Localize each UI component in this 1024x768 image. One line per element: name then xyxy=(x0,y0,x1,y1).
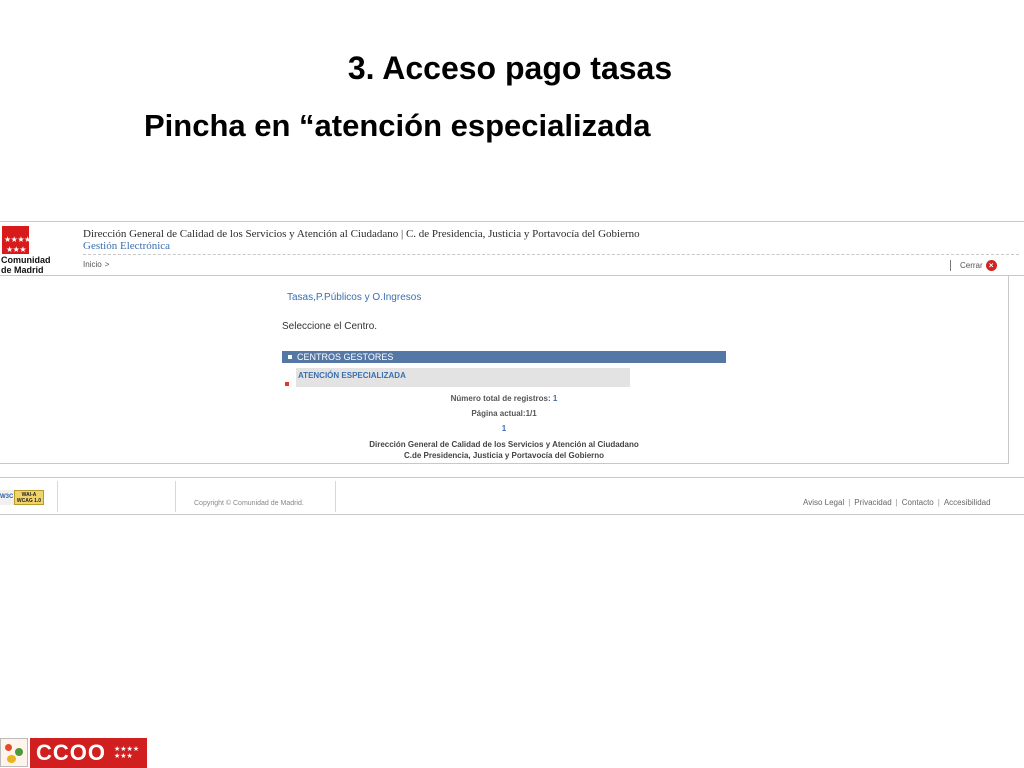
page-footer: W3C WAI-A WCAG 1.0 Copyright © Comunidad… xyxy=(0,477,1024,515)
link-separator: | xyxy=(848,498,851,507)
breadcrumb-home-link[interactable]: Inicio xyxy=(83,260,102,269)
wai-a-badge[interactable]: W3C WAI-A WCAG 1.0 xyxy=(0,490,44,505)
copyright-text: Copyright © Comunidad de Madrid. xyxy=(194,500,304,507)
header-subtitle: Gestión Electrónica xyxy=(83,240,171,252)
logo-text-line2: de Madrid xyxy=(1,265,44,275)
slide-subtitle: Pincha en “atención especializada xyxy=(144,108,651,143)
list-item-bullet xyxy=(285,382,289,386)
category-bullet xyxy=(288,355,292,360)
aviso-legal-link[interactable]: Aviso Legal xyxy=(803,498,844,507)
link-separator: | xyxy=(937,498,940,507)
current-page: Página actual:1/1 xyxy=(471,409,537,418)
w3c-label: W3C xyxy=(0,490,14,505)
footer-divider xyxy=(57,481,58,512)
ccoo-branding: CCOO ★★★★ ★★★ xyxy=(0,738,147,768)
link-separator: | xyxy=(895,498,898,507)
organization-info: Dirección General de Calidad de los Serv… xyxy=(282,439,726,461)
logo-stars: ★★★★ ★★★ xyxy=(4,235,31,254)
breadcrumb: Inicio > xyxy=(83,260,109,269)
ccoo-logo: CCOO ★★★★ ★★★ xyxy=(30,738,147,768)
pagination-page-1[interactable]: 1 xyxy=(282,421,726,436)
close-control[interactable]: Cerrar × xyxy=(950,259,997,271)
header-title: Dirección General de Calidad de los Serv… xyxy=(83,228,640,240)
content-panel: Tasas,P.Públicos y O.Ingresos Seleccione… xyxy=(0,276,1009,464)
logo-text-line1: Comunidad xyxy=(1,255,51,265)
wai-level-label: WAI-A WCAG 1.0 xyxy=(14,490,44,505)
ccoo-logo-stars: ★★★★ ★★★ xyxy=(114,746,140,760)
breadcrumb-separator: > xyxy=(104,260,110,269)
close-icon[interactable]: × xyxy=(985,259,997,271)
legal-links: Aviso Legal | Privacidad | Contacto | Accesibi… xyxy=(803,498,991,507)
category-label: CENTROS GESTORES xyxy=(297,352,394,362)
top-divider xyxy=(0,221,1024,222)
privacidad-link[interactable]: Privacidad xyxy=(854,498,891,507)
web-screenshot: ★★★★ ★★★ Comunidad de Madrid Dirección G… xyxy=(0,221,1024,516)
logo-text: Comunidad de Madrid xyxy=(1,255,51,275)
organization-line2: C.de Presidencia, Justicia y Portavocía … xyxy=(403,451,605,460)
record-stats: Número total de registros: 1 Página actu… xyxy=(282,391,726,436)
accesibilidad-link[interactable]: Accesibilidad xyxy=(944,498,991,507)
list-item-atencion-especializada[interactable]: ATENCIÓN ESPECIALIZADA xyxy=(296,368,630,387)
ccoo-logo-text: CCOO xyxy=(36,740,106,765)
header-dashed-divider xyxy=(83,254,1019,255)
category-header: CENTROS GESTORES xyxy=(282,351,726,363)
instructions-text: Seleccione el Centro. xyxy=(282,321,378,332)
emblem-shape xyxy=(5,744,12,751)
comunidad-madrid-logo[interactable]: ★★★★ ★★★ xyxy=(2,226,31,254)
slide-title: 3. Acceso pago tasas xyxy=(347,50,673,86)
total-records: Número total de registros: 1 xyxy=(450,394,558,403)
contacto-link[interactable]: Contacto xyxy=(902,498,934,507)
emblem-shape xyxy=(15,748,23,756)
footer-divider xyxy=(335,481,336,512)
close-divider xyxy=(950,259,951,271)
close-label[interactable]: Cerrar xyxy=(960,261,983,270)
section-title-link[interactable]: Tasas,P.Públicos y O.Ingresos xyxy=(287,292,421,303)
wai-line2: WCAG 1.0 xyxy=(16,498,42,504)
organization-line1: Dirección General de Calidad de los Serv… xyxy=(369,440,639,449)
ccoo-emblem-icon xyxy=(0,738,28,767)
emblem-shape xyxy=(7,755,16,763)
footer-divider xyxy=(175,481,176,512)
